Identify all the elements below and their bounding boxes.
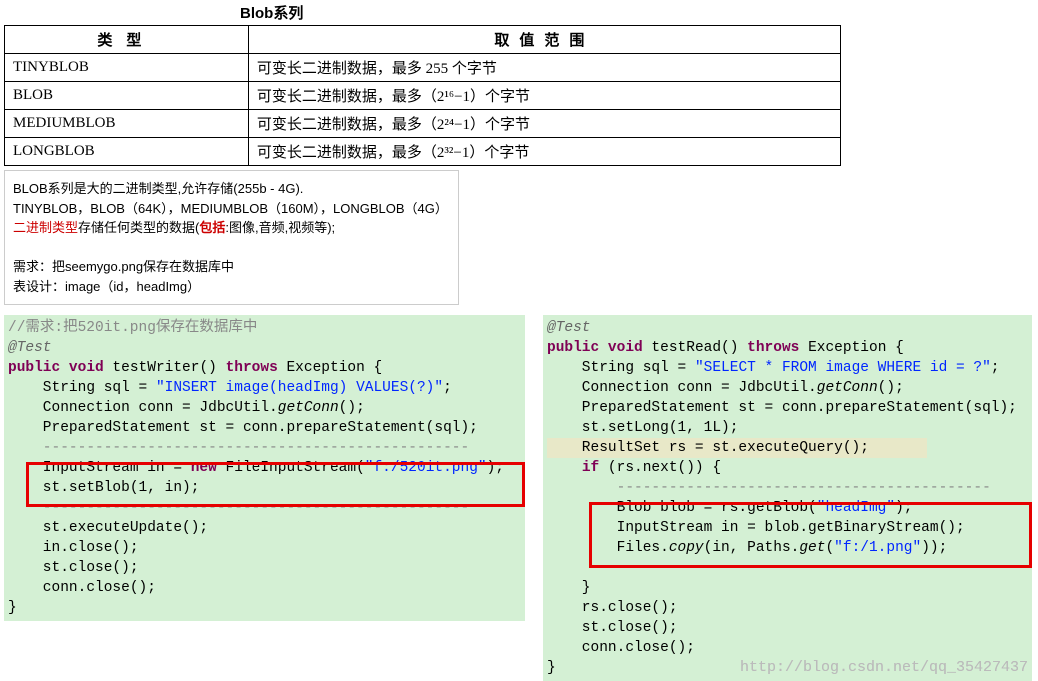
table-row: BLOB可变长二进制数据，最多（2¹⁶−1）个字节 <box>5 82 841 110</box>
code-annotation: @Test <box>547 320 591 336</box>
code-line: public void testRead() throws Exception … <box>547 340 904 356</box>
col-range: 取值范围 <box>248 26 840 54</box>
section-title: Blob系列 <box>0 0 1038 25</box>
highlight-box <box>589 502 1032 568</box>
note-box: BLOB系列是大的二进制类型,允许存储(255b - 4G). TINYBLOB… <box>4 170 459 305</box>
code-comment: //需求:把520it.png保存在数据库中 <box>8 320 257 336</box>
cell-range: 可变长二进制数据，最多（2²⁴−1）个字节 <box>248 110 840 138</box>
code-line: in.close(); <box>8 540 139 556</box>
note-line: BLOB系列是大的二进制类型,允许存储(255b - 4G). <box>13 179 450 199</box>
note-line: 表设计：image（id，headImg） <box>13 277 450 297</box>
col-type: 类型 <box>5 26 249 54</box>
cell-type: TINYBLOB <box>5 54 249 82</box>
note-line: 需求：把seemygo.png保存在数据库中 <box>13 257 450 277</box>
table-row: LONGBLOB可变长二进制数据，最多（2³²−1）个字节 <box>5 138 841 166</box>
code-annotation: @Test <box>8 340 52 356</box>
note-line: TINYBLOB，BLOB（64K），MEDIUMBLOB（160M），LONG… <box>13 199 450 219</box>
highlight-box <box>26 462 525 507</box>
code-line: String sql = "INSERT image(headImg) VALU… <box>8 380 452 396</box>
cell-type: LONGBLOB <box>5 138 249 166</box>
note-red: 二进制类型 <box>13 220 78 235</box>
code-line: rs.close(); <box>547 600 678 616</box>
code-line: PreparedStatement st = conn.prepareState… <box>8 420 478 436</box>
code-line: } <box>547 580 591 596</box>
table-row: MEDIUMBLOB可变长二进制数据，最多（2²⁴−1）个字节 <box>5 110 841 138</box>
code-line: st.close(); <box>547 620 678 636</box>
note-bold: 包括 <box>199 220 225 235</box>
watermark: http://blog.csdn.net/qq_35427437 <box>740 658 1028 679</box>
cell-range: 可变长二进制数据，最多（2³²−1）个字节 <box>248 138 840 166</box>
code-line: st.setLong(1, 1L); <box>547 420 738 436</box>
note-text: :图像,音频,视频等); <box>225 220 335 235</box>
cell-type: BLOB <box>5 82 249 110</box>
code-line: ResultSet rs = st.executeQuery(); <box>547 440 927 456</box>
code-wrap: //需求:把520it.png保存在数据库中 @Test public void… <box>0 315 1038 681</box>
code-divider: ----------------------------------------… <box>547 480 991 496</box>
table-header-row: 类型 取值范围 <box>5 26 841 54</box>
cell-range: 可变长二进制数据，最多（2¹⁶−1）个字节 <box>248 82 840 110</box>
code-line: conn.close(); <box>547 640 695 656</box>
code-line: public void testWriter() throws Exceptio… <box>8 360 382 376</box>
code-line: Connection conn = JdbcUtil.getConn(); <box>547 380 904 396</box>
table-row: TINYBLOB可变长二进制数据，最多 255 个字节 <box>5 54 841 82</box>
code-line: conn.close(); <box>8 580 156 596</box>
code-line: if (rs.next()) { <box>547 460 721 476</box>
code-line: } <box>8 600 17 616</box>
code-highlight-line: ResultSet rs = st.executeQuery(); <box>547 438 927 458</box>
code-line: } <box>547 660 556 676</box>
note-text: 存储任何类型的数据( <box>78 220 199 235</box>
code-line: Connection conn = JdbcUtil.getConn(); <box>8 400 365 416</box>
note-line: 二进制类型存储任何类型的数据(包括:图像,音频,视频等); <box>13 218 450 238</box>
code-line: st.close(); <box>8 560 139 576</box>
cell-type: MEDIUMBLOB <box>5 110 249 138</box>
code-divider: ----------------------------------------… <box>8 440 469 456</box>
code-line: st.executeUpdate(); <box>8 520 208 536</box>
code-line: String sql = "SELECT * FROM image WHERE … <box>547 360 1000 376</box>
code-block-read: http://blog.csdn.net/qq_35427437 @Test pu… <box>543 315 1032 681</box>
code-line: PreparedStatement st = conn.prepareState… <box>547 400 1017 416</box>
cell-range: 可变长二进制数据，最多 255 个字节 <box>248 54 840 82</box>
code-block-write: //需求:把520it.png保存在数据库中 @Test public void… <box>4 315 525 621</box>
blob-table: 类型 取值范围 TINYBLOB可变长二进制数据，最多 255 个字节 BLOB… <box>4 25 841 166</box>
note-blank <box>13 238 450 258</box>
